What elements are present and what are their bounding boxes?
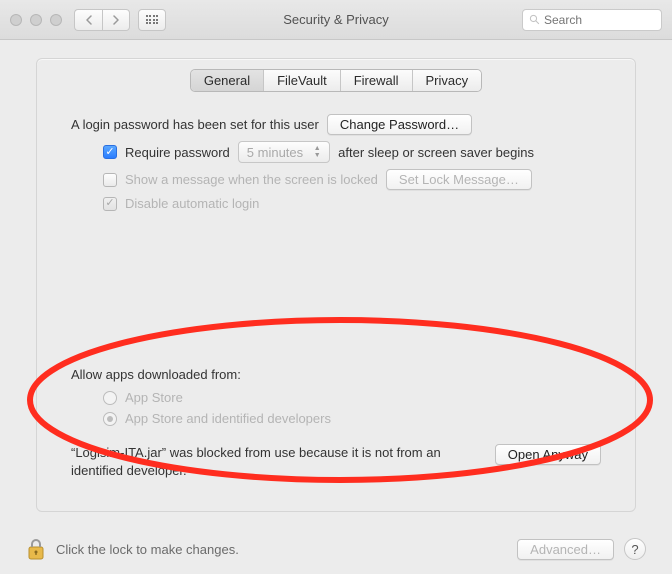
radio-identified-label: App Store and identified developers xyxy=(125,411,331,426)
login-password-text: A login password has been set for this u… xyxy=(71,117,319,132)
change-password-button[interactable]: Change Password… xyxy=(327,114,472,135)
require-password-label-before: Require password xyxy=(125,145,230,160)
tab-general[interactable]: General xyxy=(191,70,264,91)
require-password-label-after: after sleep or screen saver begins xyxy=(338,145,534,160)
tab-firewall[interactable]: Firewall xyxy=(341,70,413,91)
help-button[interactable]: ? xyxy=(624,538,646,560)
zoom-dot[interactable] xyxy=(50,14,62,26)
stepper-icon: ▲▼ xyxy=(309,145,325,159)
radio-appstore-label: App Store xyxy=(125,390,183,405)
open-anyway-button[interactable]: Open Anyway xyxy=(495,444,601,465)
back-button[interactable] xyxy=(74,9,102,31)
show-all-button[interactable] xyxy=(138,9,166,31)
footer: Click the lock to make changes. Advanced… xyxy=(0,524,672,574)
radio-identified xyxy=(103,412,117,426)
grid-icon xyxy=(146,15,159,24)
advanced-button[interactable]: Advanced… xyxy=(517,539,614,560)
login-password-row: A login password has been set for this u… xyxy=(71,114,601,135)
require-password-delay-value: 5 minutes xyxy=(247,145,303,160)
show-message-label: Show a message when the screen is locked xyxy=(125,172,378,187)
disable-auto-login-label: Disable automatic login xyxy=(125,196,259,211)
require-password-checkbox[interactable]: ✓ xyxy=(103,145,117,159)
require-password-delay-select[interactable]: 5 minutes ▲▼ xyxy=(238,141,330,163)
blocked-app-message: “Logisim-ITA.jar” was blocked from use b… xyxy=(71,444,475,480)
require-password-row: ✓ Require password 5 minutes ▲▼ after sl… xyxy=(71,141,601,163)
disable-auto-login-row: ✓ Disable automatic login xyxy=(71,196,601,211)
titlebar: Security & Privacy xyxy=(0,0,672,40)
tab-filevault[interactable]: FileVault xyxy=(264,70,341,91)
nav-buttons xyxy=(74,9,130,31)
set-lock-message-button: Set Lock Message… xyxy=(386,169,532,190)
minimize-dot[interactable] xyxy=(30,14,42,26)
disable-auto-login-checkbox: ✓ xyxy=(103,197,117,211)
search-input[interactable] xyxy=(544,13,644,27)
search-icon xyxy=(529,14,540,25)
allow-apps-option-appstore: App Store xyxy=(71,390,601,405)
window-traffic-lights xyxy=(10,14,62,26)
tab-bar: General FileVault Firewall Privacy xyxy=(37,69,635,92)
lock-text: Click the lock to make changes. xyxy=(56,542,239,557)
radio-appstore xyxy=(103,391,117,405)
general-content: A login password has been set for this u… xyxy=(37,92,635,480)
lock-icon[interactable] xyxy=(26,537,46,561)
blocked-app-row: “Logisim-ITA.jar” was blocked from use b… xyxy=(71,444,601,480)
forward-button[interactable] xyxy=(102,9,130,31)
show-message-row: Show a message when the screen is locked… xyxy=(71,169,601,190)
search-field[interactable] xyxy=(522,9,662,31)
tab-privacy[interactable]: Privacy xyxy=(413,70,482,91)
close-dot[interactable] xyxy=(10,14,22,26)
show-message-checkbox xyxy=(103,173,117,187)
allow-apps-label: Allow apps downloaded from: xyxy=(71,367,601,382)
preferences-panel: General FileVault Firewall Privacy A log… xyxy=(36,58,636,512)
allow-apps-option-identified: App Store and identified developers xyxy=(71,411,601,426)
